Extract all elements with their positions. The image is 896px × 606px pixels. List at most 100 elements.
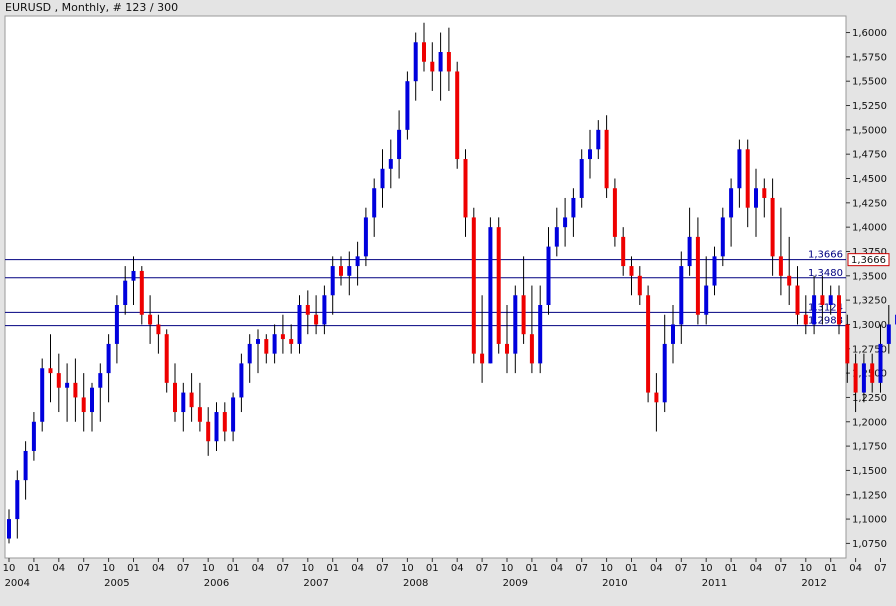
candle-body [355,256,360,267]
x-month-label: 01 [824,563,837,574]
candle-body [114,305,119,344]
x-year-label: 2010 [602,578,627,589]
chart-container: EURUSD , Monthly, # 123 / 300 1,6000 1,57… [0,0,896,602]
y-tick-label: 1,2000 [852,417,887,428]
candle-body [488,227,493,364]
x-month-label: 07 [874,563,887,574]
x-month-label: 07 [177,563,190,574]
candle-body [828,295,833,306]
candle-body [264,339,269,354]
y-tick-label: 1,4750 [852,150,887,161]
y-tick-label: 1,0750 [852,539,887,550]
current-price-label: 1,3666 [851,255,886,266]
candle-body [521,295,526,335]
candle-body [795,285,800,315]
candle-body [563,217,568,228]
candlestick-chart: 1,6000 1,5750 1,5500 1,5250 1,5000 1,4750 1,45… [3,15,896,589]
candle-body [861,363,866,393]
candle-body [853,363,858,393]
candle-body [56,373,61,388]
x-month-label: 04 [750,563,763,574]
candle-body [621,236,626,267]
x-month-label: 10 [301,563,314,574]
candle-body [546,246,551,306]
candle-body [538,305,543,364]
candle-body [604,129,609,189]
candle-body [372,188,377,218]
candle-body [687,236,692,267]
candle-body [438,52,443,72]
candle-body [173,382,177,413]
candle-body [90,387,94,413]
x-month-label: 01 [625,563,638,574]
candle-body [704,285,709,315]
x-month-label: 04 [351,563,364,574]
level-label: 1,3666 [808,250,843,261]
x-month-label: 07 [675,563,688,574]
x-month-label: 04 [550,563,563,574]
candle-body [305,305,310,315]
candle-body [422,42,426,62]
candle-body [339,266,343,276]
candle-body [463,159,468,218]
candle-body [388,159,393,169]
candle-body [762,188,767,198]
candle-body [31,421,36,451]
x-month-label: 10 [501,563,514,574]
x-month-label: 07 [376,563,389,574]
candle-body [629,266,634,276]
candle-body [405,81,410,130]
x-month-label: 10 [3,563,16,574]
x-month-label: 01 [426,563,439,574]
candle-body [73,382,78,398]
candle-body [695,236,700,315]
candle-body [770,197,775,257]
candle-body [297,305,302,344]
x-year-label: 2011 [702,578,727,589]
candle-body [139,270,144,315]
y-tick-label: 1,5000 [852,125,887,136]
chart-title: EURUSD , Monthly, # 123 / 300 [5,1,179,14]
candle-body [256,339,260,344]
candle-body [745,149,750,208]
candle-body [588,149,592,160]
candle-body [812,295,817,325]
candle-body [206,421,211,442]
y-tick-label: 1,1750 [852,442,887,453]
candle-body [397,129,402,160]
candle-body [280,334,285,340]
plot-area [4,15,847,559]
y-tick-label: 1,4500 [852,174,887,185]
y-tick-label: 1,4000 [852,223,887,234]
candle-body [231,397,236,432]
candle-body [737,149,742,189]
candle-body [579,159,584,198]
x-month-label: 07 [277,563,290,574]
candle-body [529,334,534,364]
x-month-label: 10 [102,563,115,574]
candle-body [81,397,86,413]
y-tick-label: 1,1500 [852,466,887,477]
candle-body [189,392,194,408]
x-month-label: 10 [401,563,414,574]
candle-body [48,368,53,374]
level-label: 1,3480 [808,268,843,279]
candle-body [40,368,45,422]
candle-body [496,227,501,344]
y-tick-label: 1,1000 [852,515,887,526]
candle-body [837,295,841,325]
candle-body [23,450,28,481]
x-month-label: 07 [575,563,588,574]
candle-body [612,188,617,237]
x-month-label: 10 [700,563,713,574]
candle-body [886,324,891,344]
x-month-label: 01 [28,563,41,574]
x-month-label: 10 [202,563,215,574]
x-month-label: 04 [252,563,265,574]
candle-body [7,519,11,539]
candle-body [720,217,725,257]
candle-body [845,324,850,364]
candle-body [654,392,659,403]
candle-body [554,227,559,247]
candle-body [330,266,335,296]
